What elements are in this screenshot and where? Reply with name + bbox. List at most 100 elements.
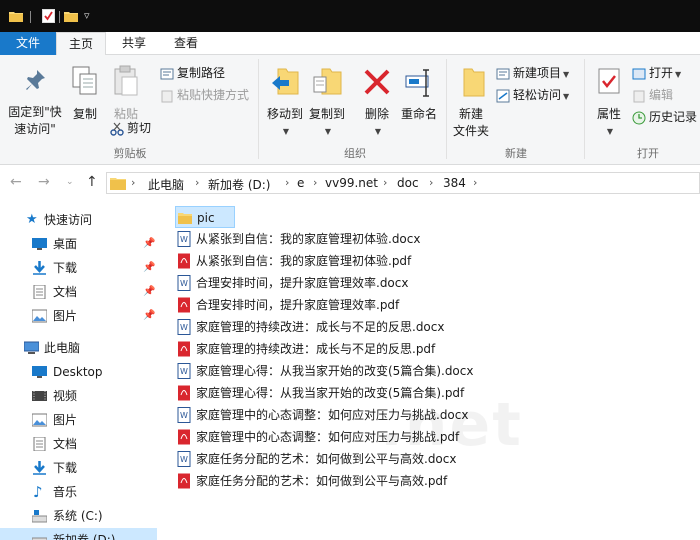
copy-icon [72, 66, 97, 95]
tab-file[interactable]: 文件 [0, 32, 56, 55]
copy-to-dropdown-icon[interactable]: ▼ [308, 123, 348, 140]
new-item-button[interactable]: 新建项目 ▼ [496, 64, 569, 82]
folder-icon[interactable] [9, 10, 23, 22]
nav-music[interactable]: ♪ 音乐 [0, 480, 157, 504]
forward-arrow-icon[interactable]: → [38, 174, 50, 190]
copy-to-icon [313, 68, 342, 95]
up-arrow-icon[interactable]: ↑ [86, 174, 98, 190]
file-name: 从紧张到自信：我的家庭管理初体验.pdf [196, 254, 412, 268]
paste-icon [114, 65, 138, 96]
new-group-label: 新建 [505, 147, 527, 160]
pictures-icon [32, 413, 47, 427]
nav-drive-d[interactable]: 新加卷 (D:) [0, 528, 157, 540]
back-arrow-icon[interactable]: ← [10, 174, 22, 190]
nav-drive-c[interactable]: 系统 (C:) [0, 504, 157, 528]
file-name: pic [197, 211, 215, 225]
breadcrumb-doc[interactable]: doc [397, 176, 419, 190]
edit-label: 编辑 [649, 88, 674, 102]
pin-icon: 📌 [143, 286, 156, 297]
delete-x-icon [364, 69, 390, 95]
nav-pictures[interactable]: 图片 📌 [0, 304, 157, 328]
breadcrumb-separator: › [473, 176, 478, 189]
folder-icon [178, 213, 192, 224]
breadcrumb-this-pc[interactable]: 此电脑 [148, 176, 184, 193]
breadcrumb-drive-d[interactable]: 新加卷 (D:) [208, 176, 270, 193]
new-folder-button[interactable]: 新建 文件夹 [450, 65, 492, 140]
properties-button[interactable]: 属性 ▼ [590, 65, 628, 140]
nav-documents[interactable]: 文档 📌 [0, 280, 157, 304]
pin-icon: 📌 [143, 262, 156, 273]
word-document-icon: W [177, 275, 191, 291]
nav-pc-desktop[interactable]: Desktop [0, 360, 157, 384]
address-bar[interactable]: › 此电脑 › 新加卷 (D:) › e › vv99.net › doc › … [106, 172, 700, 194]
computer-icon [24, 341, 39, 354]
delete-dropdown-icon[interactable]: ▼ [360, 123, 396, 140]
open-button[interactable]: 打开 ▼ [632, 64, 681, 82]
properties-dropdown-icon[interactable]: ▼ [592, 123, 628, 140]
nav-pc-pictures[interactable]: 图片 [0, 408, 157, 432]
copy-path-button[interactable]: 复制路径 [160, 64, 225, 82]
easy-access-label: 轻松访问 [513, 88, 562, 102]
documents-icon [33, 437, 46, 451]
rename-button[interactable]: 重命名 [396, 65, 442, 123]
pdf-document-icon [178, 385, 190, 401]
pin-icon: 📌 [143, 238, 156, 249]
file-name: 家庭任务分配的艺术：如何做到公平与高效.pdf [196, 474, 448, 488]
nav-desktop[interactable]: 桌面 📌 [0, 232, 157, 256]
breadcrumb-separator: › [383, 176, 388, 189]
easy-access-dropdown-icon[interactable]: ▼ [563, 92, 569, 101]
nav-pc-documents[interactable]: 文档 [0, 432, 157, 456]
cut-button[interactable]: 剪切 [110, 119, 151, 137]
copy-path-label: 复制路径 [177, 66, 226, 80]
open-dropdown-icon[interactable]: ▼ [675, 70, 681, 79]
pin-to-quick-access-button[interactable]: 固定到"快 速访问" [4, 67, 66, 138]
tab-share[interactable]: 共享 [110, 32, 158, 55]
new-item-dropdown-icon[interactable]: ▼ [563, 70, 569, 79]
pin-label-line1: 固定到"快 [8, 105, 62, 119]
breadcrumb-separator: › [313, 176, 318, 189]
tab-view[interactable]: 查看 [162, 32, 210, 55]
properties-check-icon[interactable] [42, 9, 55, 23]
svg-text:W: W [180, 411, 188, 420]
rename-label: 重命名 [400, 107, 437, 121]
customize-toolbar-chevron-icon[interactable]: ▿ [84, 9, 90, 22]
nav-videos[interactable]: 视频 [0, 384, 157, 408]
system-drive-icon [32, 510, 47, 523]
open-group-label: 打开 [637, 147, 659, 160]
nav-this-pc[interactable]: 此电脑 [0, 336, 157, 360]
nav-pc-documents-label: 文档 [53, 437, 78, 451]
pin-label-line2: 速访问" [14, 122, 56, 136]
tab-home[interactable]: 主页 [56, 32, 106, 56]
move-to-button[interactable]: 移动到 ▼ [264, 65, 306, 140]
breadcrumb-e[interactable]: e [297, 176, 304, 190]
list-item-folder-pic[interactable]: pic [175, 206, 235, 228]
pin-icon [26, 70, 45, 90]
download-arrow-icon [33, 261, 46, 275]
recent-locations-chevron-icon[interactable]: ⌄ [66, 177, 74, 187]
delete-button[interactable]: 删除 ▼ [358, 65, 396, 140]
nav-downloads[interactable]: 下载 📌 [0, 256, 157, 280]
pdf-document-icon [178, 297, 190, 313]
paste-shortcut-label: 粘贴快捷方式 [177, 88, 250, 102]
word-document-icon: W [177, 231, 191, 247]
file-list: pic W 从紧张到自信：我的家庭管理初体验.docx 从紧张到自信：我的家庭管… [157, 198, 700, 540]
pdf-document-icon [178, 429, 190, 445]
properties-label: 属性 [596, 107, 621, 121]
move-to-dropdown-icon[interactable]: ▼ [266, 123, 306, 140]
new-folder-icon[interactable] [64, 10, 78, 22]
easy-access-button[interactable]: 轻松访问 ▼ [496, 86, 569, 104]
breadcrumb-vv99[interactable]: vv99.net [325, 176, 378, 190]
nav-pc-downloads[interactable]: 下载 [0, 456, 157, 480]
copy-button[interactable]: 复制 [68, 65, 102, 123]
group-separator [258, 59, 259, 159]
new-item-label: 新建项目 [513, 66, 562, 80]
history-button[interactable]: 历史记录 [632, 108, 697, 126]
breadcrumb-384[interactable]: 384 [443, 176, 466, 190]
nav-downloads-label: 下载 [53, 261, 78, 275]
file-name: 合理安排时间，提升家庭管理效率.pdf [196, 298, 400, 312]
nav-quick-access-label: 快速访问 [44, 213, 93, 227]
drive-icon [32, 537, 47, 540]
copy-to-button[interactable]: 复制到 ▼ [306, 65, 348, 140]
nav-quick-access[interactable]: ★ 快速访问 [0, 208, 157, 232]
nav-desktop-label: 桌面 [53, 237, 78, 251]
